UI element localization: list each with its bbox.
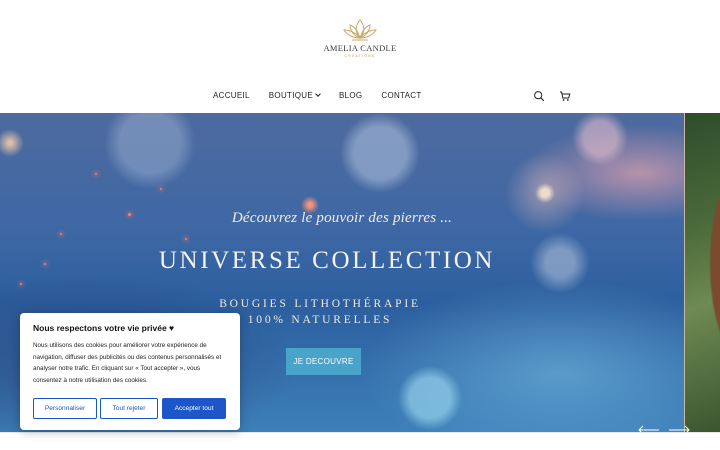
search-button[interactable] [533, 89, 545, 102]
nav-item-label: CONTACT [381, 90, 422, 100]
nav-item-label: BOUTIQUE [268, 90, 313, 100]
sparkle [95, 173, 97, 175]
slider-prev-button[interactable] [638, 422, 660, 435]
sparkle [185, 238, 187, 240]
next-slide-preview [684, 113, 720, 432]
nav-item-accueil[interactable]: ACCUEIL [213, 91, 250, 100]
sparkle [20, 283, 22, 285]
brand-subtitle: CREATIONS [344, 54, 376, 58]
brand-name: AMELIA CANDLE [323, 43, 397, 53]
hero-subtitle-line: BOUGIES LITHOTHÉRAPIE [219, 298, 421, 310]
discover-button[interactable]: JE DECOUVRE [286, 348, 361, 375]
reject-all-button[interactable]: Tout rejeter [100, 398, 158, 419]
cookie-consent-dialog: Nous respectons votre vie privée ♥ Nous … [20, 313, 240, 430]
sparkle [60, 233, 62, 235]
main-nav: ACCUEIL BOUTIQUE BLOG CONTACT [213, 88, 422, 102]
customize-button[interactable]: Personnaliser [33, 398, 97, 419]
sparkle [160, 188, 162, 190]
cookie-text: Nous utilisons des cookies pour améliore… [33, 342, 222, 385]
nav-item-blog[interactable]: BLOG [339, 91, 362, 100]
nav-item-boutique[interactable]: BOUTIQUE [268, 90, 321, 100]
brand-logo[interactable]: AMELIA CANDLE CREATIONS [323, 12, 397, 74]
cookie-title: Nous respectons votre vie privée ♥ [33, 323, 175, 333]
chevron-down-icon [315, 91, 321, 97]
nav-item-contact[interactable]: CONTACT [381, 91, 421, 100]
slider-next-button[interactable] [668, 422, 690, 435]
search-icon [534, 91, 545, 102]
cart-icon [560, 91, 571, 101]
cart-button[interactable] [559, 89, 571, 101]
accept-all-button[interactable]: Accepter tout [162, 398, 226, 419]
cookie-actions: Personnaliser Tout rejeter Accepter tout [33, 398, 226, 419]
nav-item-label: BLOG [338, 90, 363, 100]
page: AMELIA CANDLE CREATIONS ACCUEIL BOUTIQUE… [0, 0, 720, 450]
hero-tagline: Découvrez le pouvoir des pierres ... [231, 210, 453, 226]
lotus-logo-icon [343, 19, 377, 41]
site-header: AMELIA CANDLE CREATIONS ACCUEIL BOUTIQUE… [0, 0, 720, 113]
content-below-fold [0, 432, 720, 450]
nav-item-label: ACCUEIL [213, 90, 250, 100]
hero-title: UNIVERSE COLLECTION [158, 247, 496, 274]
